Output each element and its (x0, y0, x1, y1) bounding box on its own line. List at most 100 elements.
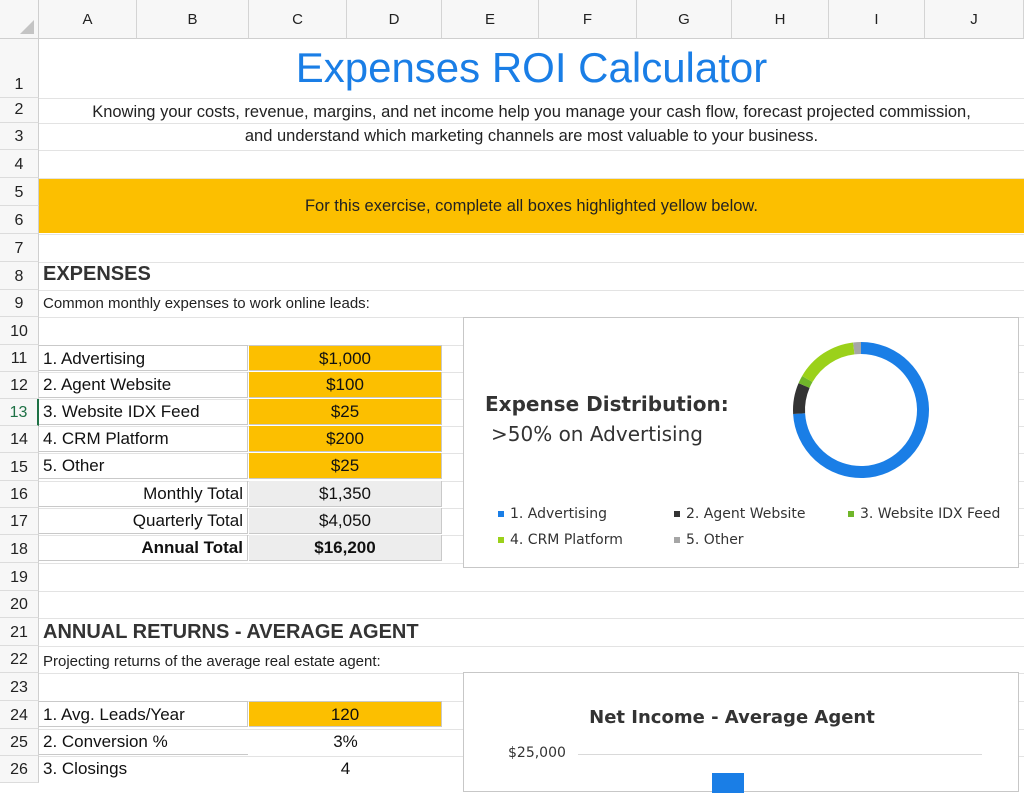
legend-label: 4. CRM Platform (510, 532, 623, 548)
row-gridline (39, 234, 1024, 235)
row-header[interactable]: 4 (0, 150, 39, 178)
row-header[interactable]: 18 (0, 535, 39, 563)
column-header[interactable]: E (442, 0, 539, 39)
monthly-total-value[interactable]: $1,350 (249, 481, 442, 507)
expense-label[interactable]: 3. Website IDX Feed (39, 399, 248, 425)
sheet-title: Expenses ROI Calculator (39, 42, 1024, 94)
donut-slice (807, 348, 853, 379)
expense-value-input[interactable]: $25 (249, 399, 442, 425)
row-header[interactable]: 19 (0, 563, 39, 591)
row-header[interactable]: 3 (0, 123, 39, 150)
row-header[interactable]: 12 (0, 372, 39, 399)
bar (712, 773, 744, 793)
annual-returns-heading: ANNUAL RETURNS - AVERAGE AGENT (43, 621, 419, 644)
leads-per-year-input[interactable]: 120 (249, 701, 442, 727)
legend-item-advertising: 1. Advertising (498, 506, 607, 522)
chart-title: Net Income - Average Agent (464, 707, 1000, 728)
row-header[interactable]: 1 (0, 39, 39, 98)
closings-value[interactable]: 4 (249, 756, 442, 782)
column-header[interactable]: F (539, 0, 637, 39)
row-header[interactable]: 15 (0, 453, 39, 481)
legend-label: 2. Agent Website (686, 506, 806, 522)
column-header[interactable]: C (249, 0, 347, 39)
legend-swatch (848, 511, 854, 517)
legend-item-agent-website: 2. Agent Website (674, 506, 806, 522)
row-header[interactable]: 25 (0, 729, 39, 756)
donut-slice (804, 379, 807, 385)
donut-chart (781, 330, 941, 490)
column-header[interactable]: B (137, 0, 249, 39)
column-header[interactable]: H (732, 0, 829, 39)
legend-swatch (674, 511, 680, 517)
returns-label[interactable]: 3. Closings (39, 756, 248, 782)
row-header[interactable]: 10 (0, 317, 39, 345)
conversion-value[interactable]: 3% (249, 729, 442, 755)
annual-returns-subtitle: Projecting returns of the average real e… (43, 653, 381, 670)
expense-label[interactable]: 4. CRM Platform (39, 426, 248, 452)
column-header[interactable]: A (39, 0, 137, 39)
row-header[interactable]: 20 (0, 591, 39, 618)
legend-item-other: 5. Other (674, 532, 744, 548)
legend-label: 3. Website IDX Feed (860, 506, 1000, 522)
gridline (578, 754, 982, 755)
legend-swatch (498, 511, 504, 517)
row-header[interactable]: 26 (0, 756, 39, 783)
expense-value-input[interactable]: $25 (249, 453, 442, 479)
row-gridline (39, 591, 1024, 592)
column-header[interactable]: J (925, 0, 1024, 39)
y-tick-label: $25,000 (508, 745, 566, 761)
select-all-corner[interactable] (0, 0, 39, 39)
net-income-chart[interactable]: Net Income - Average Agent $25,000 (463, 672, 1019, 792)
row-header[interactable]: 7 (0, 234, 39, 262)
row-header[interactable]: 11 (0, 345, 39, 372)
row-header[interactable]: 2 (0, 98, 39, 123)
legend-label: 1. Advertising (510, 506, 607, 522)
description-line-1: Knowing your costs, revenue, margins, an… (39, 100, 1024, 124)
row-header[interactable]: 5 (0, 178, 39, 206)
column-header[interactable]: I (829, 0, 925, 39)
expense-label[interactable]: 2. Agent Website (39, 372, 248, 398)
returns-label[interactable]: 2. Conversion % (39, 729, 248, 755)
row-header[interactable]: 13 (0, 399, 39, 426)
chart-subtitle: >50% on Advertising (491, 422, 703, 446)
row-gridline (39, 150, 1024, 151)
row-gridline (39, 646, 1024, 647)
donut-slice (799, 385, 804, 413)
row-gridline (39, 290, 1024, 291)
expenses-heading: EXPENSES (43, 263, 151, 286)
expense-label[interactable]: 1. Advertising (39, 345, 248, 371)
column-header[interactable]: G (637, 0, 732, 39)
row-header[interactable]: 23 (0, 673, 39, 701)
returns-label[interactable]: 1. Avg. Leads/Year (39, 701, 248, 727)
legend-label: 5. Other (686, 532, 744, 548)
row-header[interactable]: 14 (0, 426, 39, 453)
row-header[interactable]: 22 (0, 646, 39, 673)
row-gridline (39, 618, 1024, 619)
instruction-banner: For this exercise, complete all boxes hi… (39, 179, 1024, 233)
row-gridline (39, 262, 1024, 263)
legend-item-idx-feed: 3. Website IDX Feed (848, 506, 1000, 522)
row-header[interactable]: 16 (0, 481, 39, 508)
legend-swatch (674, 537, 680, 543)
row-header[interactable]: 24 (0, 701, 39, 729)
chart-title: Expense Distribution: (485, 392, 729, 416)
description-line-2: and understand which marketing channels … (39, 124, 1024, 148)
row-header[interactable]: 6 (0, 206, 39, 234)
expense-distribution-chart[interactable]: Expense Distribution: >50% on Advertisin… (463, 317, 1019, 568)
row-header[interactable]: 9 (0, 290, 39, 317)
expense-value-input[interactable]: $200 (249, 426, 442, 452)
annual-total-value[interactable]: $16,200 (249, 535, 442, 561)
row-header[interactable]: 21 (0, 618, 39, 646)
quarterly-total-value[interactable]: $4,050 (249, 508, 442, 534)
expense-value-input[interactable]: $1,000 (249, 345, 442, 371)
row-header[interactable]: 17 (0, 508, 39, 535)
column-header[interactable]: D (347, 0, 442, 39)
expense-value-input[interactable]: $100 (249, 372, 442, 398)
annual-total-label[interactable]: Annual Total (39, 535, 248, 561)
expense-label[interactable]: 5. Other (39, 453, 248, 479)
row-header[interactable]: 8 (0, 262, 39, 290)
monthly-total-label[interactable]: Monthly Total (39, 481, 248, 507)
quarterly-total-label[interactable]: Quarterly Total (39, 508, 248, 534)
description: Knowing your costs, revenue, margins, an… (39, 100, 1024, 148)
expenses-subtitle: Common monthly expenses to work online l… (43, 295, 370, 312)
